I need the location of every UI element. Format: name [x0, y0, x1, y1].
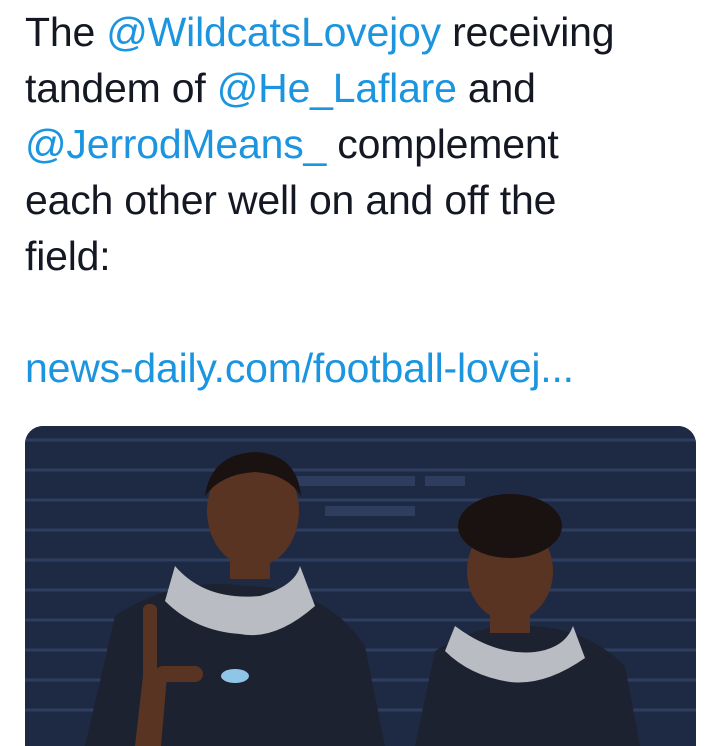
tweet-line-3: @JerrodMeans_ complement [25, 116, 705, 172]
tweet-text-segment: tandem of [25, 65, 217, 111]
mention-he-laflare[interactable]: @He_Laflare [217, 65, 457, 111]
photo-two-football-players-icon [25, 426, 696, 746]
tweet-line-5: field: [25, 233, 111, 279]
tweet-link[interactable]: news-daily.com/football-lovej... [25, 340, 705, 396]
tweet-text-segment: The [25, 9, 107, 55]
tweet-text-segment: and [456, 65, 536, 111]
tweet-text: The @WildcatsLovejoy receiving tandem of… [25, 4, 705, 396]
tweet-media-photo[interactable] [25, 426, 696, 746]
tweet-line-2: tandem of @He_Laflare and [25, 60, 705, 116]
tweet-text-segment: complement [326, 121, 559, 167]
mention-jerrod-means[interactable]: @JerrodMeans_ [25, 121, 326, 167]
tweet-line-4: each other well on and off the [25, 177, 557, 223]
mention-wildcats-lovejoy[interactable]: @WildcatsLovejoy [106, 9, 441, 55]
tweet-line-1: The @WildcatsLovejoy receiving [25, 4, 705, 60]
tweet-text-segment: receiving [440, 9, 615, 55]
